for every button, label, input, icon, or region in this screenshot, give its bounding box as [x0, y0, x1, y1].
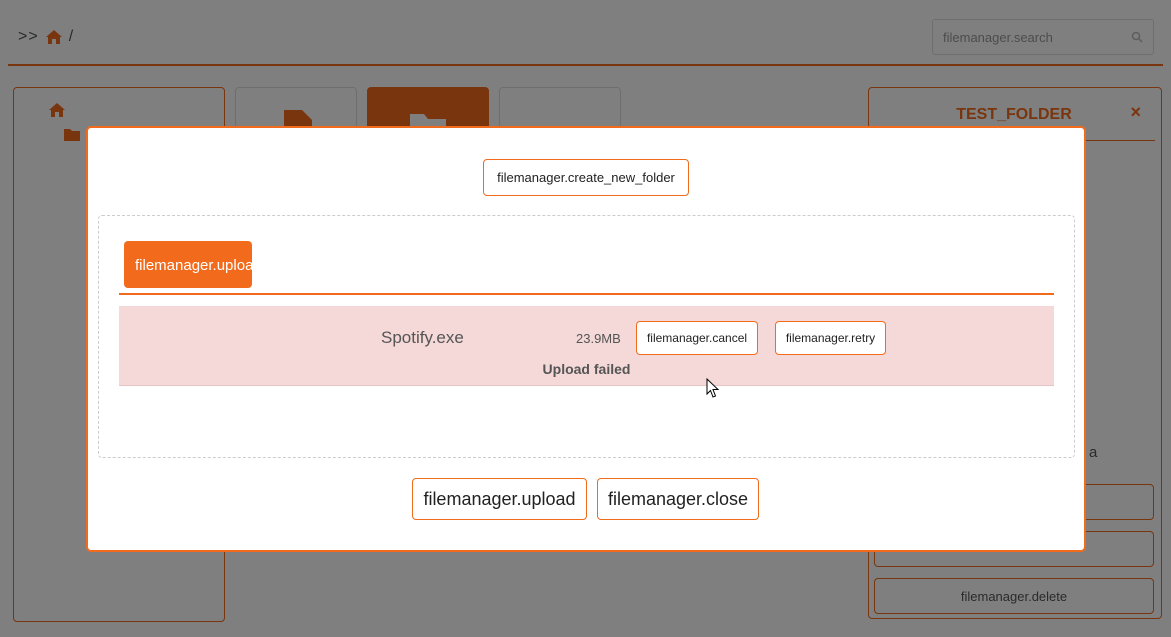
- upload-dropzone[interactable]: filemanager.upload Spotify.exe 23.9MB fi…: [98, 215, 1075, 458]
- upload-status: Upload failed: [542, 361, 631, 377]
- file-size: 23.9MB: [576, 331, 621, 346]
- file-name: Spotify.exe: [381, 328, 464, 347]
- upload-tab[interactable]: filemanager.upload: [124, 241, 252, 288]
- mouse-cursor: [706, 378, 720, 398]
- upload-modal: filemanager.create_new_folder filemanage…: [86, 126, 1086, 552]
- upload-button[interactable]: filemanager.upload: [412, 478, 587, 520]
- upload-tab-underline: [119, 293, 1054, 295]
- cancel-upload-button[interactable]: filemanager.cancel: [636, 321, 758, 355]
- retry-upload-button[interactable]: filemanager.retry: [775, 321, 886, 355]
- upload-file-row: Spotify.exe 23.9MB filemanager.cancel fi…: [119, 306, 1054, 386]
- create-new-folder-button[interactable]: filemanager.create_new_folder: [483, 159, 689, 196]
- close-button[interactable]: filemanager.close: [597, 478, 759, 520]
